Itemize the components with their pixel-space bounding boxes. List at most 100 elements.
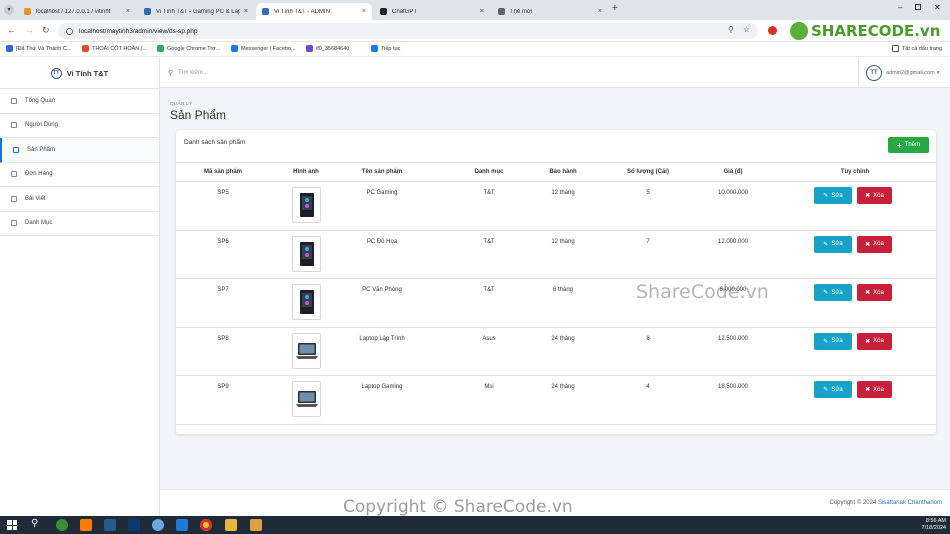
minimize-icon[interactable]: –	[898, 3, 902, 12]
browser-tab[interactable]: localhost / 127.0.0.1 / vitinht ×	[18, 3, 136, 20]
browser-tab-bar: ▾ localhost / 127.0.0.1 / vitinht × Vi Tín…	[0, 0, 950, 20]
close-tab-icon[interactable]: ×	[126, 8, 130, 15]
browser-tab[interactable]: Vi Tính T&T - Gaming PC & Lap ×	[138, 3, 254, 20]
edit-icon: ✎	[823, 241, 829, 248]
edit-icon: ✎	[823, 193, 829, 199]
product-warranty-cell: 12 tháng	[551, 238, 575, 245]
product-qty-cell: 4	[646, 384, 650, 391]
user-email: admin2@gmail.com	[886, 70, 935, 76]
plus-icon: +	[896, 140, 902, 150]
bookmark-icon	[82, 45, 89, 52]
close-tab-icon[interactable]: ×	[598, 8, 602, 15]
delete-icon: ✖	[865, 193, 871, 199]
maximize-icon[interactable]	[915, 4, 921, 10]
sidebar-item-overview[interactable]: Tổng Quan	[0, 89, 159, 114]
avatar: TT	[866, 65, 882, 81]
start-icon[interactable]	[7, 520, 17, 530]
product-name-cell: PC Văn Phòng	[362, 287, 402, 294]
bookmark-icon	[306, 45, 313, 52]
sidebar-item-orders[interactable]: Đơn Hàng	[0, 163, 159, 187]
product-image	[292, 284, 321, 321]
product-category-cell: T&T	[483, 190, 495, 196]
edit-button[interactable]: ✎ Sửa	[814, 332, 852, 350]
bookmark-item[interactable]: Messenger | Facebo...	[231, 45, 296, 52]
product-image	[292, 235, 321, 272]
bookmarks-bar: [Đã Thử Và Thành C... THOẢI CỐT HOÀN |...…	[0, 42, 950, 57]
delete-button[interactable]: ✖ Xóa	[857, 187, 892, 204]
tab-search-icon[interactable]: ▾	[4, 5, 14, 15]
search-input[interactable]: ⚲ Tìm kiếm...	[168, 69, 208, 77]
product-category-cell: Msi	[484, 384, 494, 391]
sidebar-item-users[interactable]: Người Dùng	[0, 114, 159, 138]
product-code-cell: SP5	[217, 190, 229, 196]
product-code-cell: SP6	[217, 238, 229, 245]
sidebar-item-categories[interactable]: Danh Mục	[0, 212, 159, 236]
bookmark-item[interactable]: Tiếp tục	[371, 45, 400, 52]
extension-icon[interactable]	[768, 26, 777, 35]
product-name-cell: Laptop Lập Trình	[359, 335, 405, 342]
bookmark-star-icon[interactable]: ☆	[743, 25, 750, 35]
edit-button[interactable]: ✎ Sửa	[814, 187, 852, 204]
product-code-cell: SP9	[217, 384, 229, 391]
taskbar-app2-icon[interactable]	[152, 519, 164, 531]
url-field[interactable]: localhost/maytinh3/admin/view/ds-sp.php	[58, 23, 758, 39]
bookmark-icon	[157, 45, 164, 52]
tab-title: Thẻ mới	[510, 8, 533, 15]
taskbar-search-icon[interactable]: ⚲	[31, 518, 38, 529]
brand-logo-icon: TT	[50, 67, 62, 79]
bookmark-item[interactable]: THOẢI CỐT HOÀN |...	[82, 45, 147, 52]
delete-button[interactable]: ✖ Xóa	[857, 235, 892, 253]
product-warranty-cell: 24 tháng	[551, 335, 575, 342]
zoom-icon[interactable]: ⚲	[728, 25, 734, 35]
bookmark-item[interactable]: [Đã Thử Và Thành C...	[6, 45, 71, 52]
close-tab-icon[interactable]: ×	[362, 8, 366, 15]
photoshop-icon[interactable]	[128, 519, 140, 531]
site-info-icon[interactable]	[66, 27, 73, 35]
close-window-icon[interactable]: ✕	[934, 3, 941, 12]
edit-button[interactable]: ✎ Sửa	[814, 235, 852, 253]
edit-label: Sửa	[831, 338, 843, 345]
lightroom-icon[interactable]	[104, 519, 116, 531]
illustrator-icon[interactable]	[80, 519, 92, 531]
user-menu[interactable]: TT admin2@gmail.com ▾	[858, 58, 950, 88]
all-bookmarks[interactable]: Tất cả dấu trang	[892, 45, 942, 52]
delete-button[interactable]: ✖ Xóa	[857, 381, 892, 399]
close-tab-icon[interactable]: ×	[244, 8, 248, 15]
bookmark-label: Tiếp tục	[381, 45, 401, 52]
breadcrumb: QUẢN LÝ	[170, 101, 193, 106]
vscode-icon[interactable]	[176, 519, 188, 531]
delete-icon: ✖	[865, 338, 871, 345]
add-product-button[interactable]: + Thêm	[888, 137, 929, 153]
chevron-down-icon: ▾	[936, 70, 940, 76]
table-row: SP7 PC Văn Phòng T&T 6 tháng 6.000.000 ✎ Sửa ✖ X…	[176, 279, 936, 328]
taskbar-clock[interactable]: 8:56 AM 7/18/2024	[922, 518, 946, 532]
url-text: localhost/maytinh3/admin/view/ds-sp.php	[79, 27, 198, 35]
browser-tab[interactable]: Thẻ mới ×	[492, 3, 608, 20]
delete-button[interactable]: ✖ Xóa	[857, 332, 892, 350]
taskbar-app-icon[interactable]	[56, 519, 68, 531]
taskbar-app3-icon[interactable]	[250, 519, 262, 531]
bookmark-item[interactable]: Google Chrome Trợ...	[157, 45, 220, 52]
file-explorer-icon[interactable]	[225, 519, 237, 531]
reload-icon[interactable]: ↻	[42, 25, 50, 35]
chrome-icon[interactable]	[200, 519, 212, 531]
bookmark-item[interactable]: if0_35684640	[306, 45, 349, 52]
copyright-author[interactable]: Sisattanak Chanthanom	[878, 500, 942, 506]
browser-tab[interactable]: ChatGPT ×	[374, 3, 490, 20]
tab-favicon-icon	[498, 8, 505, 15]
tab-title: Vi Tính T&T - ADMIN	[274, 8, 330, 15]
browser-tab[interactable]: Vi Tính T&T - ADMIN ×	[256, 3, 372, 20]
close-tab-icon[interactable]: ×	[480, 8, 484, 15]
new-tab-button[interactable]: +	[612, 3, 618, 14]
back-icon[interactable]: ←	[7, 25, 16, 35]
sidebar-item-products[interactable]: Sản Phẩm	[0, 138, 159, 163]
bookmark-icon	[371, 45, 378, 52]
delete-button[interactable]: ✖ Xóa	[857, 284, 892, 302]
sidebar-item-posts[interactable]: Bài Viết	[0, 187, 159, 212]
edit-button[interactable]: ✎ Sửa	[814, 284, 852, 302]
delete-label: Xóa	[873, 338, 884, 345]
sidebar: TT Vi Tính T&T Tổng Quan Người Dùng Sản Ph…	[0, 58, 160, 516]
forward-icon[interactable]: →	[25, 25, 34, 35]
edit-button[interactable]: ✎ Sửa	[814, 381, 852, 399]
sidebar-brand[interactable]: TT Vi Tính T&T	[0, 58, 159, 89]
